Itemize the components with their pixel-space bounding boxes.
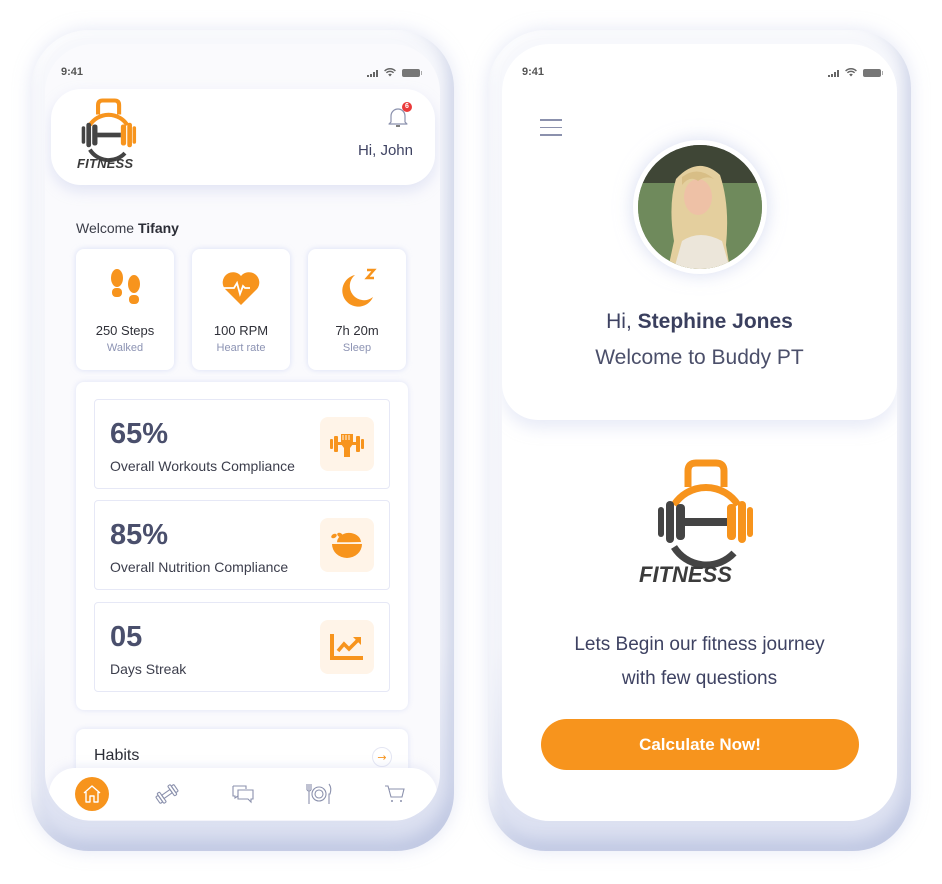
stat-card-steps[interactable]: 250 Steps Walked: [76, 249, 174, 370]
user-name: Stephine Jones: [637, 310, 793, 333]
journey-text: Lets Begin our fitness journey with few …: [502, 628, 897, 696]
metric-value: 65%: [110, 418, 169, 450]
avatar: [633, 140, 767, 274]
welcome-message: Welcome to Buddy PT: [595, 346, 804, 369]
status-icons: [367, 68, 422, 77]
arrow-right-icon[interactable]: →: [372, 747, 392, 767]
stat-label: Walked: [106, 342, 144, 354]
nav-cart[interactable]: [377, 776, 413, 812]
compliance-panel: 65% Overall Workouts Compliance 85% Over…: [76, 382, 408, 710]
stat-card-heart-rate[interactable]: 100 RPM Heart rate: [192, 249, 290, 370]
status-icons: [828, 68, 883, 77]
metric-label: Overall Nutrition Compliance: [110, 559, 289, 575]
phone-dashboard: 9:41 FITNESS 6 Hi, John Welcome Tifany 2…: [31, 30, 454, 851]
chat-icon: [232, 785, 254, 804]
metric-days-streak[interactable]: 05 Days Streak: [94, 602, 390, 692]
user-photo: [638, 145, 762, 269]
signal-icon: [828, 69, 839, 77]
profile-card: 9:41 Hi, Stephine Jones Welcome to Buddy…: [502, 44, 897, 420]
journey-line-1: Lets Begin our fitness journey: [574, 634, 825, 655]
battery-icon: [863, 68, 883, 77]
plate-cutlery-icon: [306, 783, 332, 804]
nav-workouts[interactable]: [149, 776, 185, 812]
phone-onboarding: 9:41 Hi, Stephine Jones Welcome to Buddy…: [488, 30, 911, 851]
stat-card-sleep[interactable]: 7h 20m Sleep: [308, 249, 406, 370]
heart-rate-icon: [221, 272, 260, 305]
footprints-icon: [111, 269, 140, 304]
metric-icon-box: [320, 417, 374, 471]
welcome-text: Welcome Tifany: [76, 220, 179, 236]
signal-icon: [367, 69, 378, 77]
dumbbell-fist-icon: [330, 434, 364, 457]
status-time: 9:41: [61, 66, 84, 78]
dumbbell-icon: [155, 784, 179, 804]
logo-wordmark: FITNESS: [639, 562, 732, 587]
stat-value: 250 Steps: [95, 323, 155, 338]
home-icon: [83, 785, 101, 803]
battery-icon: [402, 68, 422, 77]
onboarding-screen: 9:41 Hi, Stephine Jones Welcome to Buddy…: [502, 44, 897, 821]
metric-value: 05: [110, 621, 143, 653]
wifi-icon: [845, 68, 857, 77]
status-bar: 9:41: [502, 66, 897, 82]
dashboard-screen: 9:41 FITNESS 6 Hi, John Welcome Tifany 2…: [45, 44, 440, 821]
salad-bowl-icon: [331, 532, 363, 558]
user-greeting: Hi, Stephine Jones: [502, 310, 897, 334]
stat-label: Heart rate: [216, 342, 266, 354]
bottom-navigation: [49, 768, 437, 820]
stat-value: 100 RPM: [213, 323, 269, 338]
journey-line-2: with few questions: [621, 668, 778, 689]
logo-wordmark: FITNESS: [77, 156, 134, 171]
welcome-prefix: Welcome: [76, 220, 135, 236]
header-card: FITNESS 6 Hi, John: [51, 89, 435, 185]
metric-icon-box: [320, 518, 374, 572]
stat-label: Sleep: [342, 342, 372, 354]
stat-value: 7h 20m: [335, 323, 379, 338]
calculate-now-button[interactable]: Calculate Now!: [541, 719, 859, 770]
nav-home[interactable]: [75, 777, 109, 811]
metric-label: Overall Workouts Compliance: [110, 458, 295, 474]
moon-sleep-icon: [342, 268, 377, 307]
nav-nutrition[interactable]: [301, 776, 337, 812]
user-greeting: Hi, John: [357, 142, 413, 159]
status-time: 9:41: [522, 66, 545, 78]
habits-title: Habits: [94, 747, 140, 764]
status-bar: 9:41: [45, 66, 440, 82]
metric-label: Days Streak: [110, 661, 187, 677]
welcome-name: Tifany: [137, 220, 179, 236]
notification-bell-button[interactable]: 6: [387, 102, 412, 129]
hamburger-menu-icon[interactable]: [540, 119, 562, 137]
cart-icon: [385, 785, 405, 802]
metric-value: 85%: [110, 519, 169, 551]
metric-icon-box: [320, 620, 374, 674]
metric-workouts-compliance[interactable]: 65% Overall Workouts Compliance: [94, 399, 390, 489]
greeting-prefix: Hi,: [606, 310, 632, 333]
portrait-illustration: [638, 145, 762, 269]
notification-badge: 6: [402, 102, 412, 112]
trending-up-chart-icon: [330, 634, 363, 660]
nav-chat[interactable]: [225, 776, 261, 812]
wifi-icon: [384, 68, 396, 77]
metric-nutrition-compliance[interactable]: 85% Overall Nutrition Compliance: [94, 500, 390, 590]
